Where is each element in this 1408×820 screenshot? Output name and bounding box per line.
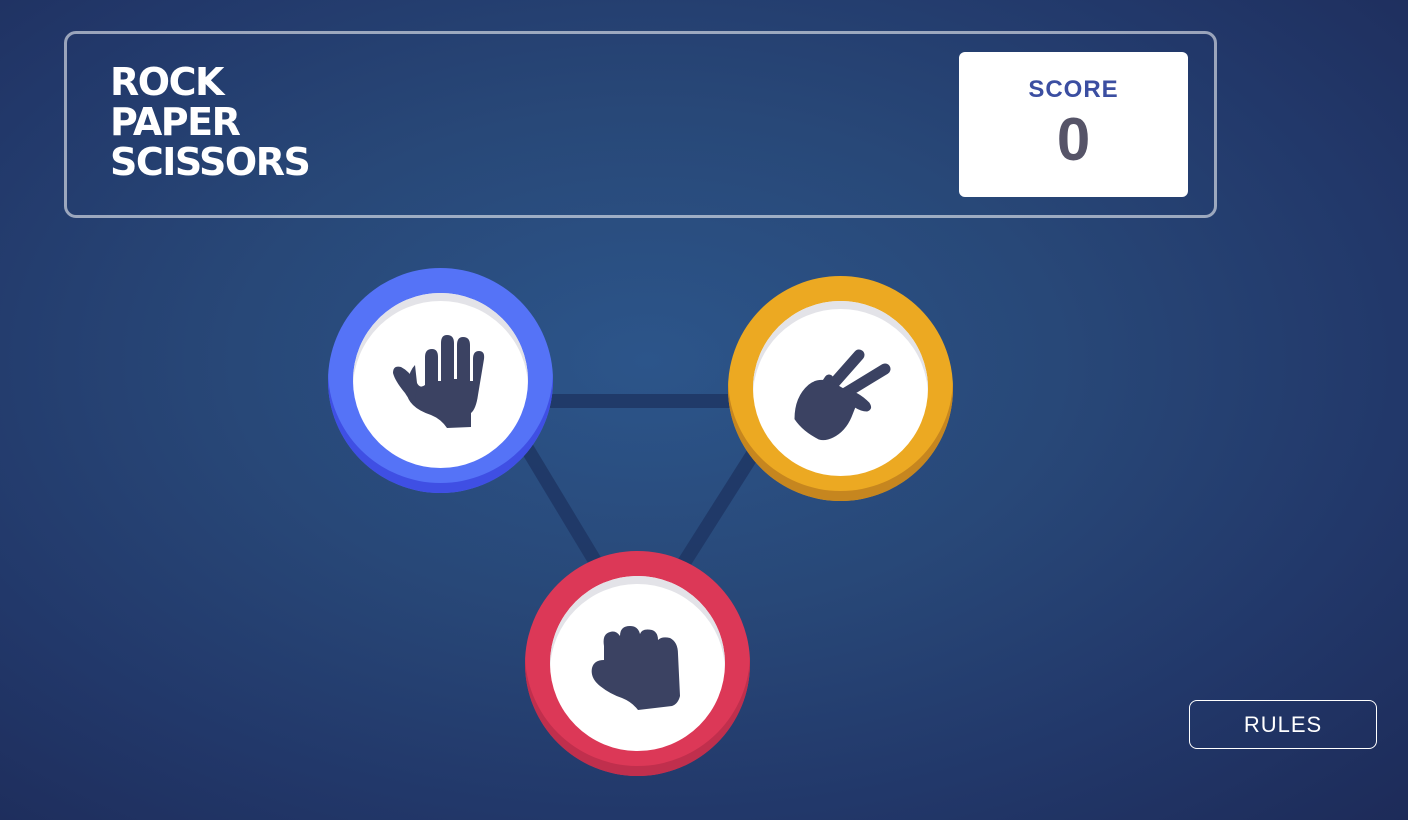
scissors-token-button[interactable] xyxy=(728,276,953,501)
scissors-hand-icon xyxy=(794,349,891,441)
rock-token-button[interactable] xyxy=(525,551,750,776)
rock-fist-icon xyxy=(591,626,680,710)
paper-hand-icon xyxy=(393,335,485,428)
paper-token-face xyxy=(353,293,528,468)
rules-button[interactable]: RULES xyxy=(1189,700,1377,749)
rock-token-face xyxy=(550,576,725,751)
paper-token-button[interactable] xyxy=(328,268,553,493)
scissors-token-face xyxy=(753,301,928,476)
